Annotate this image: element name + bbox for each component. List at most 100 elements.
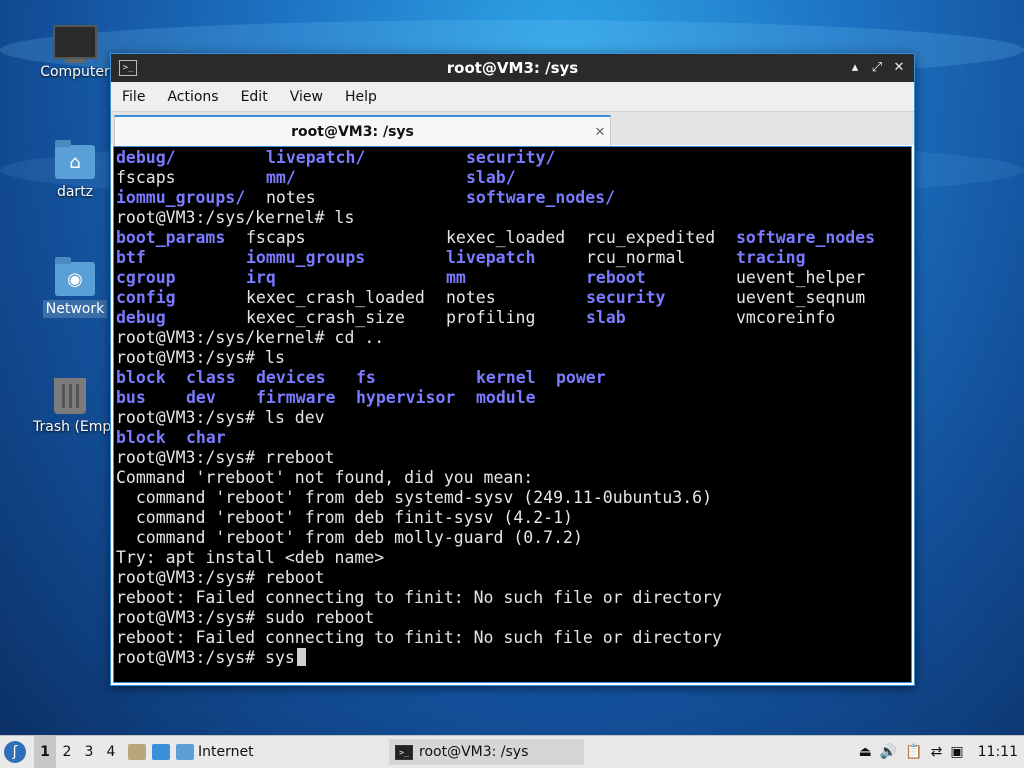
directory-entry: block	[116, 428, 166, 447]
tab-bar: root@VM3: /sys ✕	[111, 112, 914, 147]
workspace-3[interactable]: 3	[78, 744, 100, 760]
terminal-line: block char	[116, 428, 911, 448]
terminal-text: uevent_helper	[736, 268, 866, 287]
terminal-text: Command 'rreboot' not found, did you mea…	[116, 468, 534, 487]
terminal-line: root@VM3:/sys# ls dev	[116, 408, 911, 428]
menu-edit[interactable]: Edit	[230, 89, 279, 105]
display-icon[interactable]: ▣	[950, 744, 963, 760]
terminal-text: root@VM3:/sys# ls dev	[116, 408, 325, 427]
terminal-text: kexec_crash_loaded	[246, 288, 425, 307]
terminal-line: debug kexec_crash_size profiling slab vmcore…	[116, 308, 911, 328]
folder-launcher-label[interactable]: Internet	[198, 744, 254, 760]
tab-label: root@VM3: /sys	[291, 124, 414, 140]
directory-entry: module	[476, 388, 536, 407]
directory-entry: debug	[116, 308, 166, 327]
menu-view[interactable]: View	[279, 89, 334, 105]
home-folder-icon: ⌂	[55, 140, 95, 179]
menu-file[interactable]: File	[111, 89, 156, 105]
terminal-line: block class devices fs kernel power	[116, 368, 911, 388]
menu-help[interactable]: Help	[334, 89, 388, 105]
directory-entry: hypervisor	[356, 388, 456, 407]
terminal-output[interactable]: debug/livepatch/security/fscaps mm/slab/i…	[113, 146, 912, 683]
terminal-text: command 'reboot' from deb systemd-sysv (…	[116, 488, 713, 507]
show-desktop-icon[interactable]	[152, 744, 170, 760]
terminal-line: root@VM3:/sys# rreboot	[116, 448, 911, 468]
directory-entry: irq	[246, 268, 276, 287]
text-cursor	[297, 648, 306, 666]
terminal-text: reboot: Failed connecting to finit: No s…	[116, 588, 722, 607]
terminal-app-icon[interactable]: >_	[119, 60, 137, 76]
terminal-text: vmcoreinfo	[736, 308, 836, 327]
directory-entry: firmware	[256, 388, 336, 407]
terminal-text: root@VM3:/sys# rreboot	[116, 448, 335, 467]
directory-entry: power	[556, 368, 606, 387]
folder-icon[interactable]	[176, 744, 194, 760]
terminal-text: fscaps	[246, 228, 306, 247]
terminal-text: rcu_normal	[586, 248, 686, 267]
terminal-text: root@VM3:/sys# sys	[116, 648, 295, 667]
window-title: root@VM3: /sys	[446, 59, 579, 77]
terminal-line: boot_params fscaps kexec_loaded rcu_expedit…	[116, 228, 911, 248]
start-menu-button[interactable]: ʃ	[4, 741, 26, 763]
terminal-text: reboot: Failed connecting to finit: No s…	[116, 628, 722, 647]
directory-entry: slab	[586, 308, 626, 327]
desktop-icon-trash[interactable]: Trash (Empty)	[30, 378, 110, 436]
system-tray: ⏏ 🔊 📋 ⇄ ▣ 11:11	[859, 736, 1024, 768]
workspace-2[interactable]: 2	[56, 744, 78, 760]
directory-entry: devices	[256, 368, 326, 387]
workspace-1[interactable]: 1	[34, 736, 56, 768]
terminal-line: cgroup irq mm reboot uevent_helper	[116, 268, 911, 288]
directory-entry: boot_params	[116, 228, 226, 247]
directory-entry: security	[586, 288, 666, 307]
directory-entry: debug/	[116, 148, 176, 167]
taskbar-task-label: root@VM3: /sys	[419, 744, 529, 760]
directory-entry: bus	[116, 388, 146, 407]
terminal-task-icon: >_	[395, 744, 413, 760]
terminal-text: root@VM3:/sys# reboot	[116, 568, 325, 587]
workspace-4[interactable]: 4	[100, 744, 122, 760]
terminal-line: Command 'rreboot' not found, did you mea…	[116, 468, 911, 488]
terminal-line: fscaps mm/slab/	[116, 168, 911, 188]
directory-entry: btf	[116, 248, 146, 267]
maximize-button[interactable]: ⤢	[868, 59, 886, 77]
directory-entry: security/	[466, 148, 556, 167]
minimize-button[interactable]: ▴	[846, 59, 864, 77]
terminal-text: command 'reboot' from deb finit-sysv (4.…	[116, 508, 573, 527]
taskbar-terminal-task[interactable]: >_ root@VM3: /sys	[389, 739, 584, 765]
directory-entry: dev	[186, 388, 216, 407]
desktop-icon-network[interactable]: ◉ Network	[30, 257, 120, 318]
directory-entry: livepatch	[446, 248, 536, 267]
volume-icon[interactable]: 🔊	[880, 744, 897, 760]
file-manager-launcher-icon[interactable]	[128, 744, 146, 760]
terminal-line: reboot: Failed connecting to finit: No s…	[116, 628, 911, 648]
close-button[interactable]: ✕	[890, 59, 908, 77]
terminal-line: command 'reboot' from deb systemd-sysv (…	[116, 488, 911, 508]
eject-icon[interactable]: ⏏	[859, 744, 872, 760]
directory-entry: iommu_groups/	[116, 188, 246, 207]
clipboard-icon[interactable]: 📋	[905, 744, 922, 760]
desktop-icon-home[interactable]: ⌂ dartz	[30, 140, 120, 201]
terminal-text: uevent_seqnum	[736, 288, 866, 307]
terminal-line: command 'reboot' from deb finit-sysv (4.…	[116, 508, 911, 528]
clock[interactable]: 11:11	[978, 744, 1018, 760]
directory-entry: iommu_groups	[246, 248, 366, 267]
terminal-line: root@VM3:/sys# sudo reboot	[116, 608, 911, 628]
tab-terminal[interactable]: root@VM3: /sys ✕	[114, 115, 611, 147]
terminal-text: Try: apt install <deb name>	[116, 548, 385, 567]
terminal-text: root@VM3:/sys/kernel# cd ..	[116, 328, 385, 347]
window-titlebar[interactable]: >_ root@VM3: /sys ▴ ⤢ ✕	[111, 54, 914, 82]
directory-entry: software_nodes/	[466, 188, 616, 207]
terminal-line: btf iommu_groups livepatch rcu_normal tracin…	[116, 248, 911, 268]
directory-entry: mm	[446, 268, 466, 287]
desktop-icon-computer[interactable]: Computer	[30, 25, 120, 81]
directory-entry: char	[186, 428, 226, 447]
taskbar: ʃ 1 2 3 4 Internet >_ root@VM3: /sys ⏏ 🔊…	[0, 735, 1024, 768]
directory-entry: mm/	[266, 168, 296, 187]
terminal-line: root@VM3:/sys/kernel# cd ..	[116, 328, 911, 348]
directory-entry: cgroup	[116, 268, 176, 287]
network-icon[interactable]: ⇄	[931, 744, 943, 760]
menu-bar: File Actions Edit View Help	[111, 82, 914, 112]
terminal-text: kexec_loaded	[446, 228, 566, 247]
tab-close-icon[interactable]: ✕	[590, 125, 610, 140]
menu-actions[interactable]: Actions	[156, 89, 229, 105]
